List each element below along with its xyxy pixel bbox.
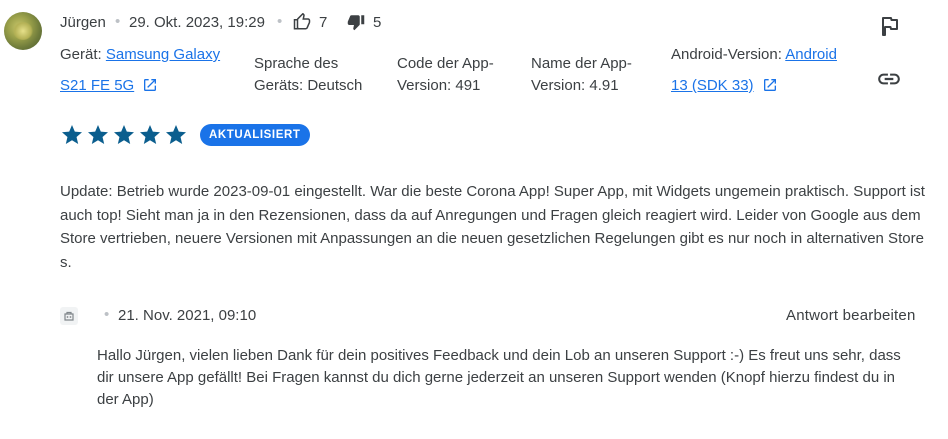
star-rating (60, 123, 188, 147)
star-icon (166, 125, 186, 144)
link-icon[interactable] (876, 66, 902, 92)
separator-dot: • (277, 13, 283, 30)
device-link-line2[interactable]: S21 FE 5G (60, 77, 134, 94)
code-line2: Version: 491 (397, 77, 481, 94)
star-icon (140, 125, 160, 144)
thumbs-down-count: 5 (373, 13, 382, 31)
name-line1: Name der App- (531, 55, 632, 72)
reply-text: Hallo Jürgen, vielen lieben Dank für dei… (97, 347, 901, 408)
language-line1: Sprache des (254, 55, 339, 72)
thumbs-down-button[interactable]: 5 (347, 13, 381, 31)
device-link[interactable]: Samsung Galaxy (106, 46, 220, 63)
language-line2: Geräts: Deutsch (254, 77, 363, 94)
developer-icon (60, 307, 78, 325)
code-line1: Code der App- (397, 55, 494, 72)
review-date: 29. Okt. 2023, 19:29 (129, 14, 265, 31)
android-version: Android-Version: Android 13 (SDK 33) (671, 44, 861, 97)
star-icon (88, 125, 108, 144)
star-icon (114, 125, 134, 144)
language-info: Sprache des Geräts: Deutsch (254, 53, 362, 97)
app-version-name: Name der App- Version: 4.91 (531, 53, 632, 97)
thumbs-up-button[interactable]: 7 (293, 13, 327, 31)
thumbs-up-count: 7 (319, 13, 328, 31)
open-in-new-icon[interactable] (762, 77, 778, 93)
app-version-code: Code der App- Version: 491 (397, 53, 494, 97)
star-icon (62, 125, 82, 144)
separator-dot: • (104, 306, 110, 323)
reply-date: 21. Nov. 2021, 09:10 (118, 307, 257, 324)
open-in-new-icon[interactable] (142, 77, 158, 93)
thumb-up-icon (293, 13, 311, 30)
android-label: Android-Version: (671, 46, 782, 63)
device-label: Gerät: (60, 46, 102, 63)
separator-dot: • (115, 13, 121, 30)
avatar (4, 12, 42, 50)
review-author: Jürgen (60, 14, 106, 31)
android-link[interactable]: Android (785, 46, 837, 63)
edit-reply-button[interactable]: Antwort bearbeiten (786, 307, 916, 324)
name-line2: Version: 4.91 (531, 77, 619, 94)
thumb-down-icon (347, 15, 365, 31)
flag-icon[interactable] (878, 14, 902, 38)
android-link-line2[interactable]: 13 (SDK 33) (671, 77, 754, 94)
device-info: Gerät: Samsung Galaxy S21 FE 5G (60, 44, 240, 97)
review-text: Update: Betrieb wurde 2023-09-01 eingest… (60, 183, 925, 271)
updated-badge: AKTUALISIERT (200, 124, 310, 146)
